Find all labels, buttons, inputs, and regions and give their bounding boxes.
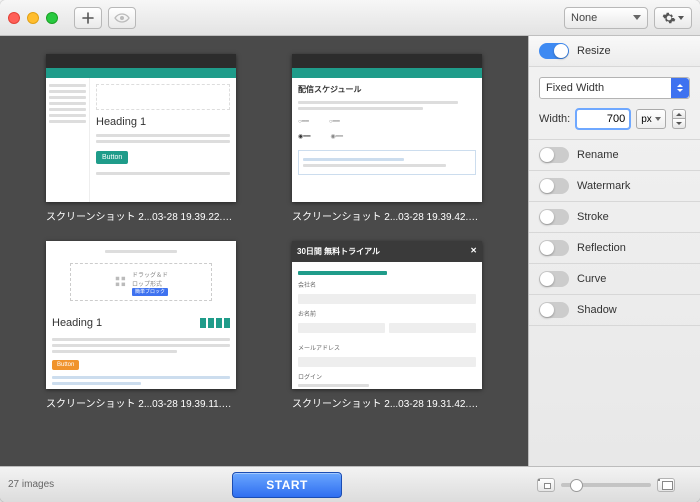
thumb-title: 配信スケジュール (298, 84, 476, 95)
titlebar: None (0, 0, 700, 36)
curve-row[interactable]: Curve (529, 264, 700, 295)
image-count: 27 images (8, 479, 54, 490)
shadow-row[interactable]: Shadow (529, 295, 700, 326)
thumb-button: Button (52, 360, 79, 370)
body: Heading 1 Button スクリーンショット 2...03-28 19.… (0, 36, 700, 466)
stroke-row[interactable]: Stroke (529, 202, 700, 233)
stroke-toggle[interactable] (539, 209, 569, 225)
thumbnail: 配信スケジュール ○━━○━━ ◉━━◉━━ (292, 54, 482, 202)
image-gallery[interactable]: Heading 1 Button スクリーンショット 2...03-28 19.… (0, 36, 528, 466)
plus-icon (82, 12, 94, 24)
gallery-item[interactable]: Heading 1 Button スクリーンショット 2...03-28 19.… (30, 54, 252, 223)
thumb-heading: Heading 1 (96, 116, 230, 128)
start-button[interactable]: START (232, 472, 342, 498)
zoom-controls (520, 478, 692, 492)
thumbnail-caption: スクリーンショット 2...03-28 19.31.42.png (292, 395, 482, 410)
reflection-label: Reflection (577, 242, 626, 254)
thumbnail-caption: スクリーンショット 2...03-28 19.39.11.png (46, 395, 236, 410)
gallery-item[interactable]: 30日間 無料トライアル✕ 会社名 お名前 メールアドレス ログイン パスワード… (276, 241, 498, 410)
reflection-toggle[interactable] (539, 240, 569, 256)
stroke-label: Stroke (577, 211, 609, 223)
grid-icon (114, 275, 128, 289)
preset-dropdown[interactable]: None (564, 7, 648, 29)
thumbnail-caption: スクリーンショット 2...03-28 19.39.42.png (292, 208, 482, 223)
thumbnail: ドラッグ＆ド ロップ形式 簡単ブロック Heading 1 Button (46, 241, 236, 389)
preview-button[interactable] (108, 7, 136, 29)
resize-row[interactable]: Resize (529, 36, 700, 67)
close-window-button[interactable] (8, 12, 20, 24)
gear-icon (662, 11, 676, 25)
shadow-label: Shadow (577, 304, 617, 316)
thumb-heading: Heading 1 (52, 317, 102, 329)
preset-dropdown-label: None (571, 12, 597, 24)
rename-label: Rename (577, 149, 619, 161)
watermark-row[interactable]: Watermark (529, 171, 700, 202)
zoom-slider[interactable] (561, 483, 651, 487)
thumbnail: Heading 1 Button (46, 54, 236, 202)
curve-toggle[interactable] (539, 271, 569, 287)
thumbnail: 30日間 無料トライアル✕ 会社名 お名前 メールアドレス ログイン パスワード… (292, 241, 482, 389)
app-window: None Heading 1 (0, 0, 700, 502)
select-arrows-icon (671, 78, 689, 98)
thumb-button: Button (96, 151, 128, 164)
rename-toggle[interactable] (539, 147, 569, 163)
width-stepper[interactable] (672, 109, 686, 129)
resize-toggle[interactable] (539, 43, 569, 59)
gallery-item[interactable]: 配信スケジュール ○━━○━━ ◉━━◉━━ スクリーンショット 2...03-… (276, 54, 498, 223)
shadow-toggle[interactable] (539, 302, 569, 318)
footer: 27 images START (0, 466, 700, 502)
thumbnail-caption: スクリーンショット 2...03-28 19.39.22.png (46, 208, 236, 223)
gallery-item[interactable]: ドラッグ＆ド ロップ形式 簡単ブロック Heading 1 Button スクリ (30, 241, 252, 410)
width-label: Width: (539, 113, 570, 125)
watermark-label: Watermark (577, 180, 630, 192)
resize-mode-select[interactable]: Fixed Width (539, 77, 690, 99)
curve-label: Curve (577, 273, 606, 285)
eye-icon (114, 13, 130, 23)
thumb-banner: 30日間 無料トライアル (297, 247, 380, 256)
effects-panel: Resize Fixed Width Width: px Rename Wate… (528, 36, 700, 466)
zoom-out-button[interactable] (537, 478, 555, 492)
resize-label: Resize (577, 45, 611, 57)
settings-button[interactable] (654, 7, 692, 29)
unit-select[interactable]: px (636, 109, 666, 129)
add-button[interactable] (74, 7, 102, 29)
chevron-down-icon (678, 16, 684, 20)
resize-mode-label: Fixed Width (546, 82, 604, 94)
watermark-toggle[interactable] (539, 178, 569, 194)
minimize-window-button[interactable] (27, 12, 39, 24)
window-controls (8, 12, 58, 24)
width-input[interactable] (576, 109, 630, 129)
rename-row[interactable]: Rename (529, 140, 700, 171)
zoom-in-button[interactable] (657, 478, 675, 492)
zoom-window-button[interactable] (46, 12, 58, 24)
reflection-row[interactable]: Reflection (529, 233, 700, 264)
resize-settings: Fixed Width Width: px (529, 67, 700, 140)
